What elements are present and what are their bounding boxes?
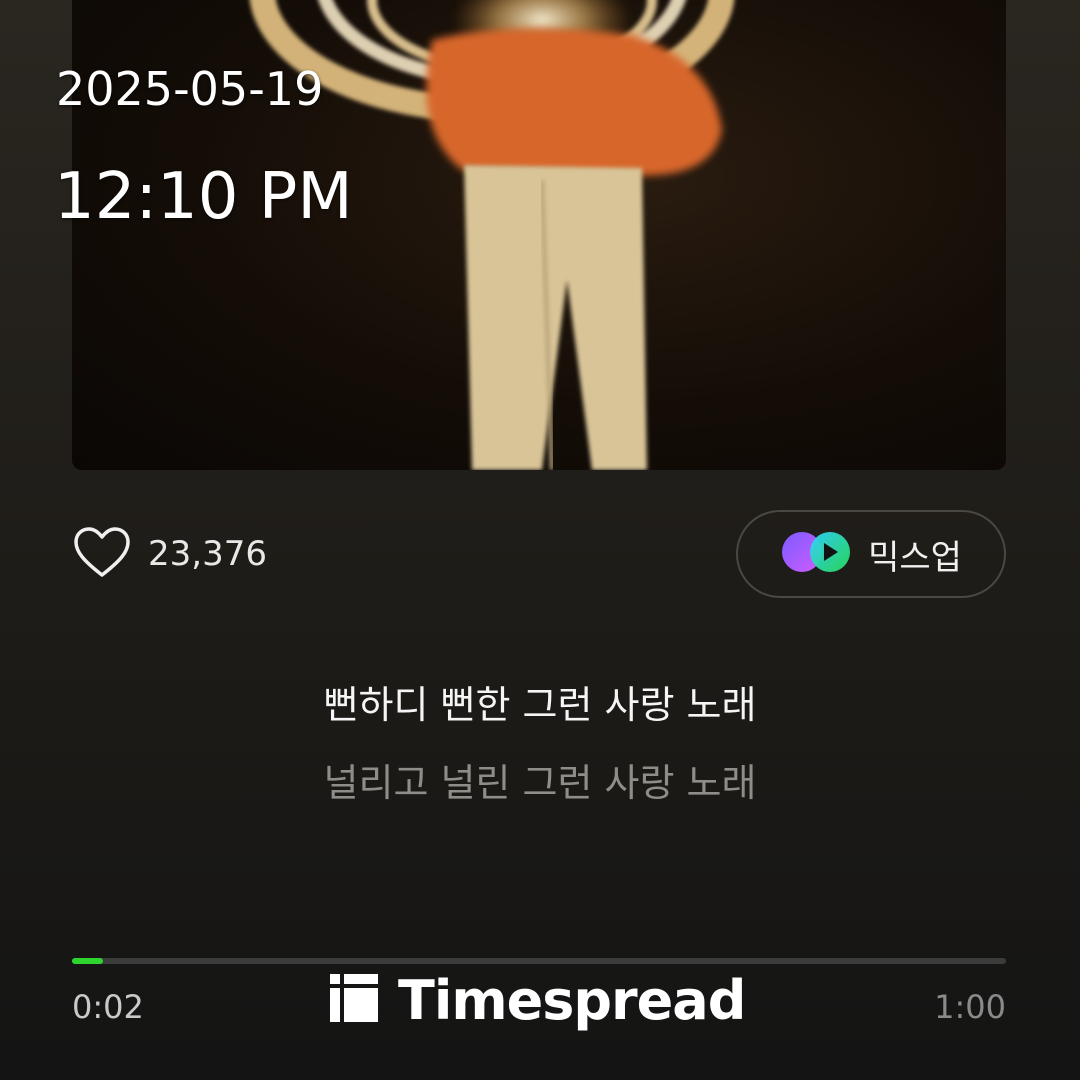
like-count: 23,376 [148, 534, 267, 574]
timespread-logo-icon [330, 974, 378, 1026]
lyric-next-line[interactable]: 널리고 널린 그런 사랑 노래 [0, 752, 1080, 807]
mixup-logo-icon [780, 529, 854, 579]
timespread-watermark: Timespread [330, 968, 746, 1032]
progress-bar[interactable] [72, 958, 1006, 964]
total-time: 1:00 [934, 988, 1006, 1026]
heart-icon [72, 525, 132, 583]
mixup-label: 믹스업 [868, 537, 962, 578]
progress-fill [72, 958, 103, 964]
overlay-date: 2025-05-19 [56, 62, 324, 116]
lyric-current-line[interactable]: 뻔하디 뻔한 그런 사랑 노래 [0, 674, 1080, 729]
elapsed-time: 0:02 [72, 988, 144, 1026]
mixup-button[interactable]: 믹스업 [736, 510, 1006, 598]
watermark-text: Timespread [398, 968, 746, 1032]
overlay-time: 12:10 PM [54, 160, 353, 234]
like-button[interactable]: 23,376 [72, 524, 267, 584]
